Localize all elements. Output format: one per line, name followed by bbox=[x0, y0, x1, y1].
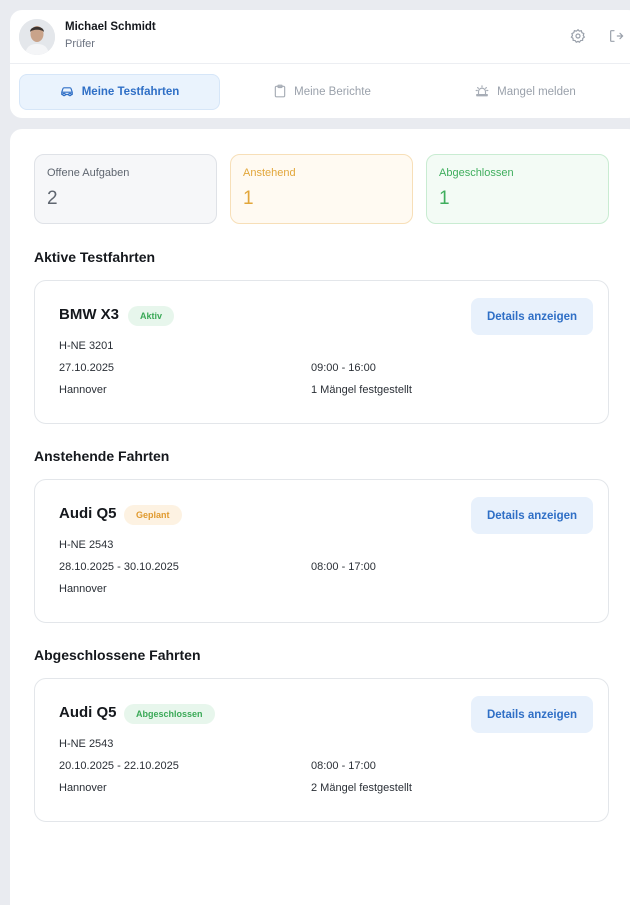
license-plate: H-NE 2543 bbox=[59, 539, 114, 551]
stat-label: Offene Aufgaben bbox=[47, 167, 130, 179]
stat-label: Anstehend bbox=[243, 167, 296, 179]
details-button[interactable]: Details anzeigen bbox=[471, 298, 593, 335]
user-role: Prüfer bbox=[65, 38, 95, 50]
stat-card-anstehend: Anstehend 1 bbox=[230, 154, 413, 224]
car-model: BMW X3 bbox=[59, 306, 119, 323]
trip-time: 08:00 - 17:00 bbox=[311, 561, 376, 573]
tab-meine-berichte[interactable]: Meine Berichte bbox=[222, 74, 423, 110]
details-button[interactable]: Details anzeigen bbox=[471, 497, 593, 534]
stat-value: 2 bbox=[47, 188, 58, 209]
trip-card-active: BMW X3 Aktiv Details anzeigen H-NE 3201 … bbox=[34, 280, 609, 424]
trip-card-completed: Audi Q5 Abgeschlossen Details anzeigen H… bbox=[34, 678, 609, 822]
section-title-abgeschlossene-fahrten: Abgeschlossene Fahrten bbox=[34, 647, 201, 663]
settings-icon[interactable] bbox=[569, 27, 587, 45]
status-badge: Geplant bbox=[124, 505, 182, 525]
stat-label: Abgeschlossen bbox=[439, 167, 514, 179]
tab-label: Meine Testfahrten bbox=[81, 86, 180, 98]
avatar[interactable] bbox=[19, 19, 55, 55]
license-plate: H-NE 2543 bbox=[59, 738, 114, 750]
license-plate: H-NE 3201 bbox=[59, 340, 114, 352]
user-name: Michael Schmidt bbox=[65, 21, 156, 33]
user-row: Michael Schmidt Prüfer bbox=[10, 10, 630, 64]
status-badge: Abgeschlossen bbox=[124, 704, 215, 724]
car-icon bbox=[60, 85, 74, 100]
car-model: Audi Q5 bbox=[59, 505, 117, 522]
trip-card-upcoming: Audi Q5 Geplant Details anzeigen H-NE 25… bbox=[34, 479, 609, 623]
tab-label: Mangel melden bbox=[497, 86, 576, 98]
details-button[interactable]: Details anzeigen bbox=[471, 696, 593, 733]
trip-defects: 2 Mängel festgestellt bbox=[311, 782, 412, 794]
trip-date: 20.10.2025 - 22.10.2025 bbox=[59, 760, 179, 772]
car-model: Audi Q5 bbox=[59, 704, 117, 721]
stat-card-offene-aufgaben: Offene Aufgaben 2 bbox=[34, 154, 217, 224]
trip-time: 09:00 - 16:00 bbox=[311, 362, 376, 374]
header-card: Michael Schmidt Prüfer Meine Testfahrten bbox=[10, 10, 630, 118]
trip-location: Hannover bbox=[59, 782, 107, 794]
trip-time: 08:00 - 17:00 bbox=[311, 760, 376, 772]
stat-value: 1 bbox=[439, 188, 450, 209]
clipboard-icon bbox=[274, 84, 286, 101]
status-badge: Aktiv bbox=[128, 306, 175, 326]
trip-date: 27.10.2025 bbox=[59, 362, 115, 374]
logout-icon[interactable] bbox=[607, 27, 625, 45]
tab-label: Meine Berichte bbox=[294, 86, 371, 98]
section-title-anstehende-fahrten: Anstehende Fahrten bbox=[34, 448, 170, 464]
tab-mangel-melden[interactable]: Mangel melden bbox=[425, 74, 626, 110]
main-panel: Offene Aufgaben 2 Anstehend 1 Abgeschlos… bbox=[10, 129, 630, 905]
stat-value: 1 bbox=[243, 188, 254, 209]
siren-icon bbox=[475, 84, 489, 100]
trip-defects: 1 Mängel festgestellt bbox=[311, 384, 412, 396]
trip-date: 28.10.2025 - 30.10.2025 bbox=[59, 561, 179, 573]
tab-meine-testfahrten[interactable]: Meine Testfahrten bbox=[19, 74, 220, 110]
section-title-aktive-testfahrten: Aktive Testfahrten bbox=[34, 249, 156, 265]
tab-bar: Meine Testfahrten Meine Berichte Mangel … bbox=[10, 65, 630, 118]
stat-card-abgeschlossen: Abgeschlossen 1 bbox=[426, 154, 609, 224]
trip-location: Hannover bbox=[59, 384, 107, 396]
trip-location: Hannover bbox=[59, 583, 107, 595]
